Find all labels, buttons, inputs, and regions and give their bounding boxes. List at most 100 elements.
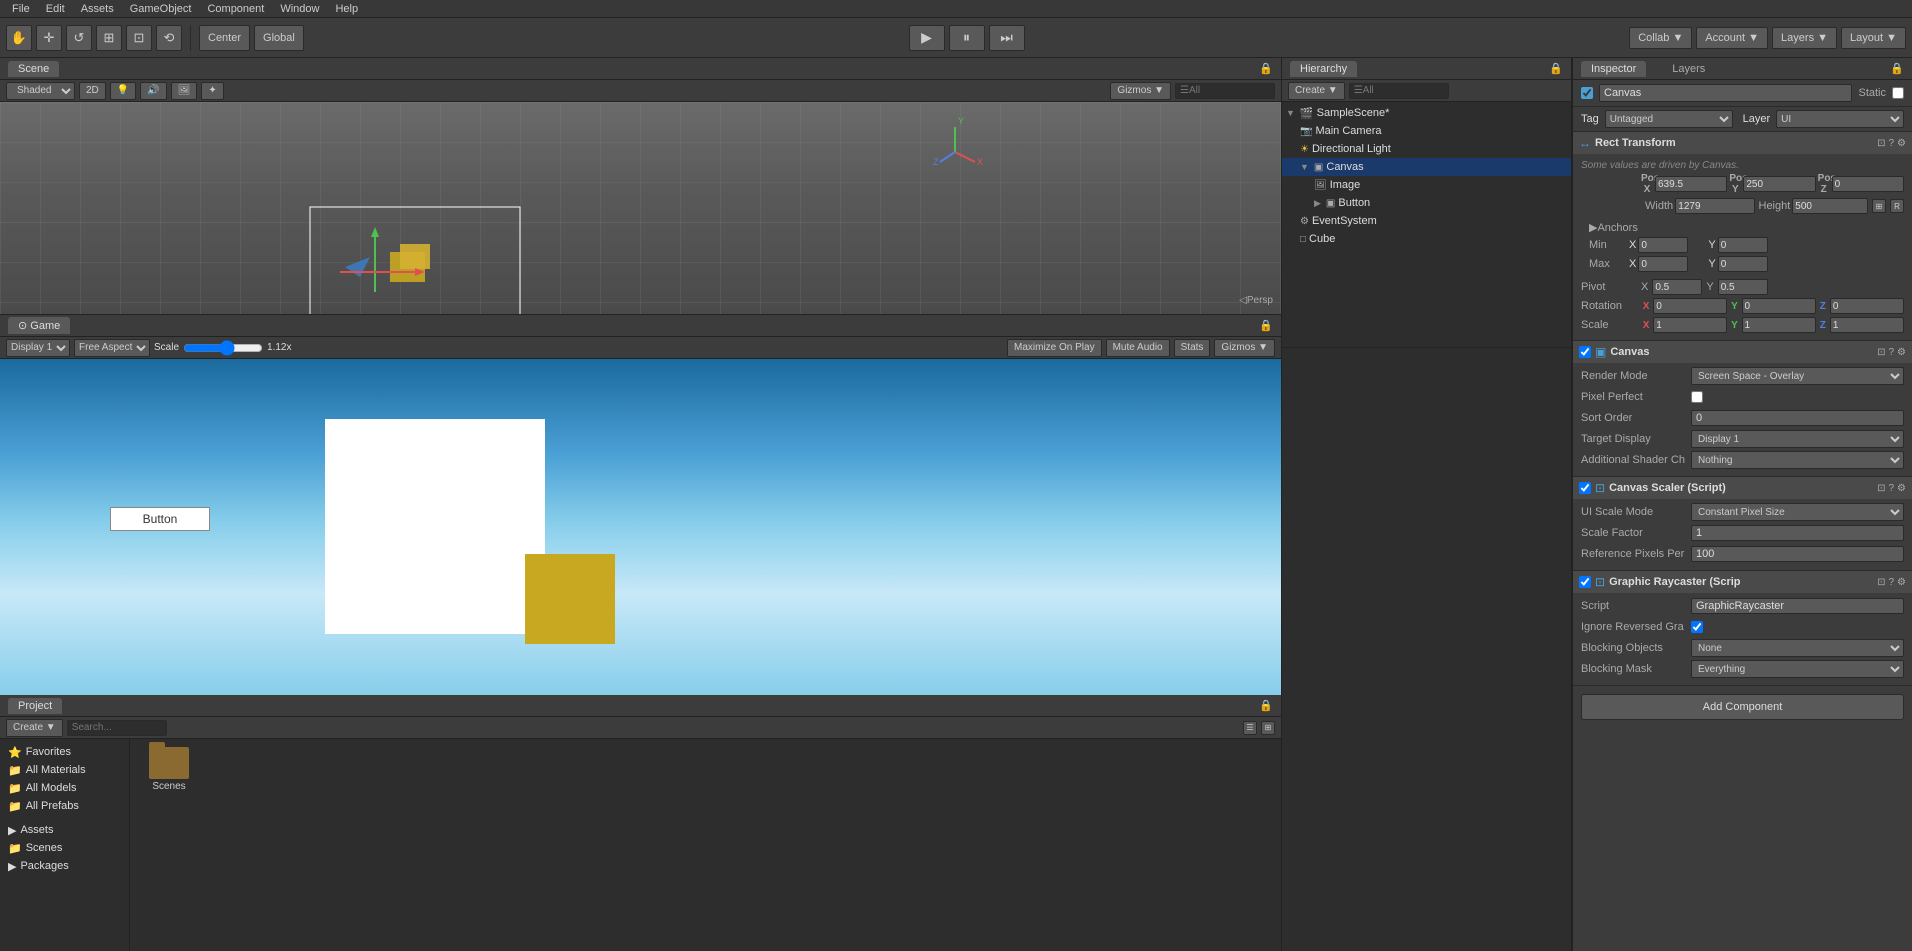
button-item[interactable]: ▶ ▣ Button <box>1282 194 1571 212</box>
ref-pixels-input[interactable] <box>1691 546 1904 562</box>
hierarchy-search[interactable] <box>1349 83 1449 99</box>
twod-btn[interactable]: 2D <box>79 82 106 100</box>
menu-component[interactable]: Component <box>199 3 272 15</box>
tag-select[interactable]: Untagged <box>1605 110 1733 128</box>
display-select[interactable]: Display 1 <box>6 339 70 357</box>
canvas-scaler-check[interactable] <box>1579 482 1591 494</box>
shaded-select[interactable]: Shaded <box>6 82 75 100</box>
menu-edit[interactable]: Edit <box>38 3 73 15</box>
rect-transform-header[interactable]: ↔ Rect Transform ⊡ ? ⚙ <box>1573 132 1912 154</box>
static-checkbox[interactable] <box>1892 87 1904 99</box>
raycaster-icon-2[interactable]: ? <box>1888 577 1894 588</box>
rotate-tool-btn[interactable]: ↺ <box>66 25 92 51</box>
pivot-y-input[interactable] <box>1718 279 1768 295</box>
game-lock-icon[interactable]: 🔒 <box>1259 319 1273 332</box>
canvas-icon-3[interactable]: ⚙ <box>1897 347 1906 358</box>
pos-y-input[interactable] <box>1743 176 1815 192</box>
object-active-checkbox[interactable] <box>1581 87 1593 99</box>
project-create-btn[interactable]: Create ▼ <box>6 719 63 737</box>
menu-gameobject[interactable]: GameObject <box>122 3 200 15</box>
project-search[interactable] <box>67 720 167 736</box>
constrain-btn[interactable]: ⊞ <box>1872 199 1886 213</box>
image-item[interactable]: 🖼 Image <box>1282 176 1571 194</box>
layers-btn[interactable]: Layers ▼ <box>1772 27 1837 49</box>
rect-icon-3[interactable]: ⚙ <box>1897 138 1906 149</box>
scale-y-input[interactable] <box>1742 317 1816 333</box>
canvas-icon-2[interactable]: ? <box>1888 347 1894 358</box>
ui-scale-select[interactable]: Constant Pixel Size <box>1691 503 1904 521</box>
canvas-item[interactable]: ▼ ▣ Canvas <box>1282 158 1571 176</box>
height-input[interactable] <box>1792 198 1868 214</box>
dir-light-item[interactable]: ☀ Directional Light <box>1282 140 1571 158</box>
mute-audio-btn[interactable]: Mute Audio <box>1106 339 1170 357</box>
game-button[interactable]: Button <box>110 507 210 531</box>
blocking-objects-select[interactable]: None <box>1691 639 1904 657</box>
main-camera-item[interactable]: 📷 Main Camera <box>1282 122 1571 140</box>
account-btn[interactable]: Account ▼ <box>1696 27 1768 49</box>
scene-tab[interactable]: Scene <box>8 61 59 77</box>
menu-help[interactable]: Help <box>327 3 366 15</box>
anchor-max-y-input[interactable] <box>1718 256 1768 272</box>
pixel-perfect-check[interactable] <box>1691 391 1703 403</box>
play-btn[interactable]: ▶ <box>909 25 945 51</box>
gizmos-btn[interactable]: Gizmos ▼ <box>1110 82 1171 100</box>
audio-btn[interactable]: 🔊 <box>140 82 166 100</box>
pivot-x-input[interactable] <box>1652 279 1702 295</box>
script-input[interactable] <box>1691 598 1904 614</box>
game-canvas[interactable]: Button <box>0 359 1281 695</box>
additional-shader-select[interactable]: Nothing <box>1691 451 1904 469</box>
eventsystem-item[interactable]: ⚙ EventSystem <box>1282 212 1571 230</box>
menu-file[interactable]: File <box>4 3 38 15</box>
scenes-item[interactable]: 📁Scenes <box>0 839 129 857</box>
width-input[interactable] <box>1675 198 1754 214</box>
canvas-scaler-header[interactable]: ⊡ Canvas Scaler (Script) ⊡ ? ⚙ <box>1573 477 1912 499</box>
scene-search[interactable] <box>1175 83 1275 99</box>
project-tab[interactable]: Project <box>8 698 62 714</box>
project-lock-icon[interactable]: 🔒 <box>1259 699 1273 712</box>
fx-btn[interactable]: ✦ <box>201 82 223 100</box>
rect-icon-2[interactable]: ? <box>1888 138 1894 149</box>
raycaster-icon-1[interactable]: ⊡ <box>1877 577 1885 588</box>
blocking-mask-select[interactable]: Everything <box>1691 660 1904 678</box>
pos-z-input[interactable] <box>1832 176 1904 192</box>
scaler-icon-3[interactable]: ⚙ <box>1897 483 1906 494</box>
raycaster-icon-3[interactable]: ⚙ <box>1897 577 1906 588</box>
stats-btn[interactable]: Stats <box>1174 339 1211 357</box>
add-component-btn[interactable]: Add Component <box>1581 694 1904 720</box>
pivot-btn[interactable]: Center <box>199 25 250 51</box>
all-materials-item[interactable]: 📁All Materials <box>0 761 129 779</box>
object-name-input[interactable] <box>1599 84 1852 102</box>
anchor-min-y-input[interactable] <box>1718 237 1768 253</box>
inspector-lock-icon[interactable]: 🔒 <box>1890 62 1904 75</box>
image-effects-btn[interactable]: 🖼 <box>171 82 198 100</box>
favorites-header[interactable]: ⭐Favorites <box>0 743 129 761</box>
hierarchy-create-btn[interactable]: Create ▼ <box>1288 82 1345 100</box>
lights-btn[interactable]: 💡 <box>110 82 136 100</box>
rect-tool-btn[interactable]: ⊡ <box>126 25 152 51</box>
project-settings-btn[interactable]: ⊞ <box>1261 721 1275 735</box>
canvas-enabled-check[interactable] <box>1579 346 1591 358</box>
scaler-icon-1[interactable]: ⊡ <box>1877 483 1885 494</box>
scale-x-input[interactable] <box>1653 317 1727 333</box>
layout-btn[interactable]: Layout ▼ <box>1841 27 1906 49</box>
scale-slider[interactable] <box>183 342 263 354</box>
anchor-min-x-input[interactable] <box>1638 237 1688 253</box>
aspect-select[interactable]: Free Aspect <box>74 339 150 357</box>
inspector-tab[interactable]: Inspector <box>1581 61 1646 77</box>
all-prefabs-item[interactable]: 📁All Prefabs <box>0 797 129 815</box>
graphic-raycaster-check[interactable] <box>1579 576 1591 588</box>
scene-canvas[interactable]: Y X Z ◁Persp <box>0 102 1281 314</box>
pos-x-input[interactable] <box>1655 176 1727 192</box>
step-btn[interactable]: ⏭ <box>989 25 1025 51</box>
scaler-icon-2[interactable]: ? <box>1888 483 1894 494</box>
hierarchy-tab[interactable]: Hierarchy <box>1290 61 1357 77</box>
transform-tool-btn[interactable]: ⟲ <box>156 25 182 51</box>
assets-header[interactable]: ▶Assets <box>0 821 129 839</box>
packages-item[interactable]: ▶Packages <box>0 857 129 875</box>
maximize-play-btn[interactable]: Maximize On Play <box>1007 339 1102 357</box>
game-gizmos-btn[interactable]: Gizmos ▼ <box>1214 339 1275 357</box>
scale-z-input[interactable] <box>1830 317 1904 333</box>
scale-factor-input[interactable] <box>1691 525 1904 541</box>
collab-btn[interactable]: Collab ▼ <box>1629 27 1692 49</box>
reset-btn[interactable]: R <box>1890 199 1904 213</box>
